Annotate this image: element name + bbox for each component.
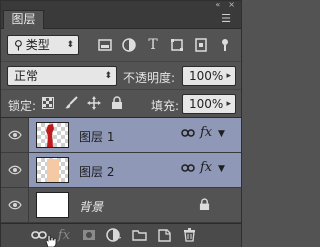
lock-label: 锁定: [8,99,37,113]
toggle-filter-icon[interactable] [217,37,233,53]
chevron-right-icon[interactable]: ▸ [226,67,231,85]
chevron-updown-icon: ⬍ [104,71,112,81]
visibility-toggle[interactable] [1,188,29,222]
opacity-field[interactable]: 100% ▸ [182,66,236,86]
layer-thumbnail[interactable] [36,157,69,183]
eye-icon [7,200,22,210]
layer-thumbnail[interactable] [36,122,69,148]
lock-transparency-icon[interactable] [41,96,55,110]
filter-icons: T [97,35,237,55]
panel-bottom-bar: fx [1,223,241,247]
lock-position-move-icon[interactable] [87,96,101,110]
smart-object-filter-icon[interactable] [193,37,209,53]
tab-layers[interactable]: 图层 [3,10,44,29]
new-layer-icon[interactable] [156,227,172,243]
filter-kind-select[interactable]: ⚲ 类型 ⬍ [7,35,79,55]
panel-menu-icon[interactable]: ☰ [219,13,233,25]
lock-icon[interactable] [199,198,210,214]
chevron-right-icon[interactable]: ▸ [226,95,231,113]
image-filter-icon[interactable] [97,37,113,53]
lock-icons [41,96,124,110]
link-icon [181,163,195,176]
layer-thumbnail[interactable] [36,192,69,218]
opacity-value: 100% [189,69,224,83]
chevron-updown-icon: ⬍ [66,40,74,50]
blend-row: 正常 ⬍ 不透明度: 100% ▸ [1,61,241,89]
layer-row[interactable]: 图层 2 fx ▼ [1,153,241,188]
eye-icon [7,165,22,175]
opacity-label: 不透明度: [123,71,176,85]
delete-layer-icon[interactable] [181,227,197,243]
adjustment-filter-icon[interactable] [121,37,137,53]
lock-all-icon[interactable] [110,96,124,110]
lock-pixels-brush-icon[interactable] [64,96,78,110]
layers-panel: « × 图层 ☰ ⚲ 类型 ⬍ T 正常 ⬍ 不透明度: 100% ▸ 锁定: … [0,0,242,247]
shape-filter-icon[interactable] [169,37,185,53]
layer-name[interactable]: 图层 1 [79,128,114,145]
fill-field[interactable]: 100% ▸ [182,94,236,114]
link-icon [181,128,195,141]
layer-row[interactable]: 背景 [1,188,241,223]
fill-value: 100% [189,97,224,111]
visibility-toggle[interactable] [1,153,29,187]
visibility-toggle[interactable] [1,118,29,152]
blend-mode-select[interactable]: 正常 ⬍ [7,66,117,86]
add-mask-icon[interactable] [81,227,97,243]
layer-name[interactable]: 背景 [79,198,103,215]
text-filter-icon[interactable]: T [145,37,161,53]
layer-name[interactable]: 图层 2 [79,163,114,180]
expand-effects-icon[interactable]: ▼ [218,164,225,174]
filter-row: ⚲ 类型 ⬍ T [1,30,241,60]
filter-kind-value: 类型 [25,38,50,52]
blend-mode-value: 正常 [14,69,39,83]
fill-label: 填充: [151,99,180,113]
panel-tab-bar: 图层 ☰ [1,7,241,29]
hand-cursor-icon [45,234,59,247]
new-adjustment-icon[interactable] [106,227,122,243]
fx-icon[interactable]: fx [200,125,212,140]
eye-icon [7,130,22,140]
layer-row[interactable]: 图层 1 fx ▼ [1,118,241,153]
layer-list: 图层 1 fx ▼ 图层 2 fx ▼ 背景 [1,117,241,223]
new-group-icon[interactable] [131,227,147,243]
fx-icon[interactable]: fx [200,160,212,175]
search-icon: ⚲ [14,38,23,52]
lock-row: 锁定: 填充: 100% ▸ [1,89,241,117]
expand-effects-icon[interactable]: ▼ [218,129,225,139]
